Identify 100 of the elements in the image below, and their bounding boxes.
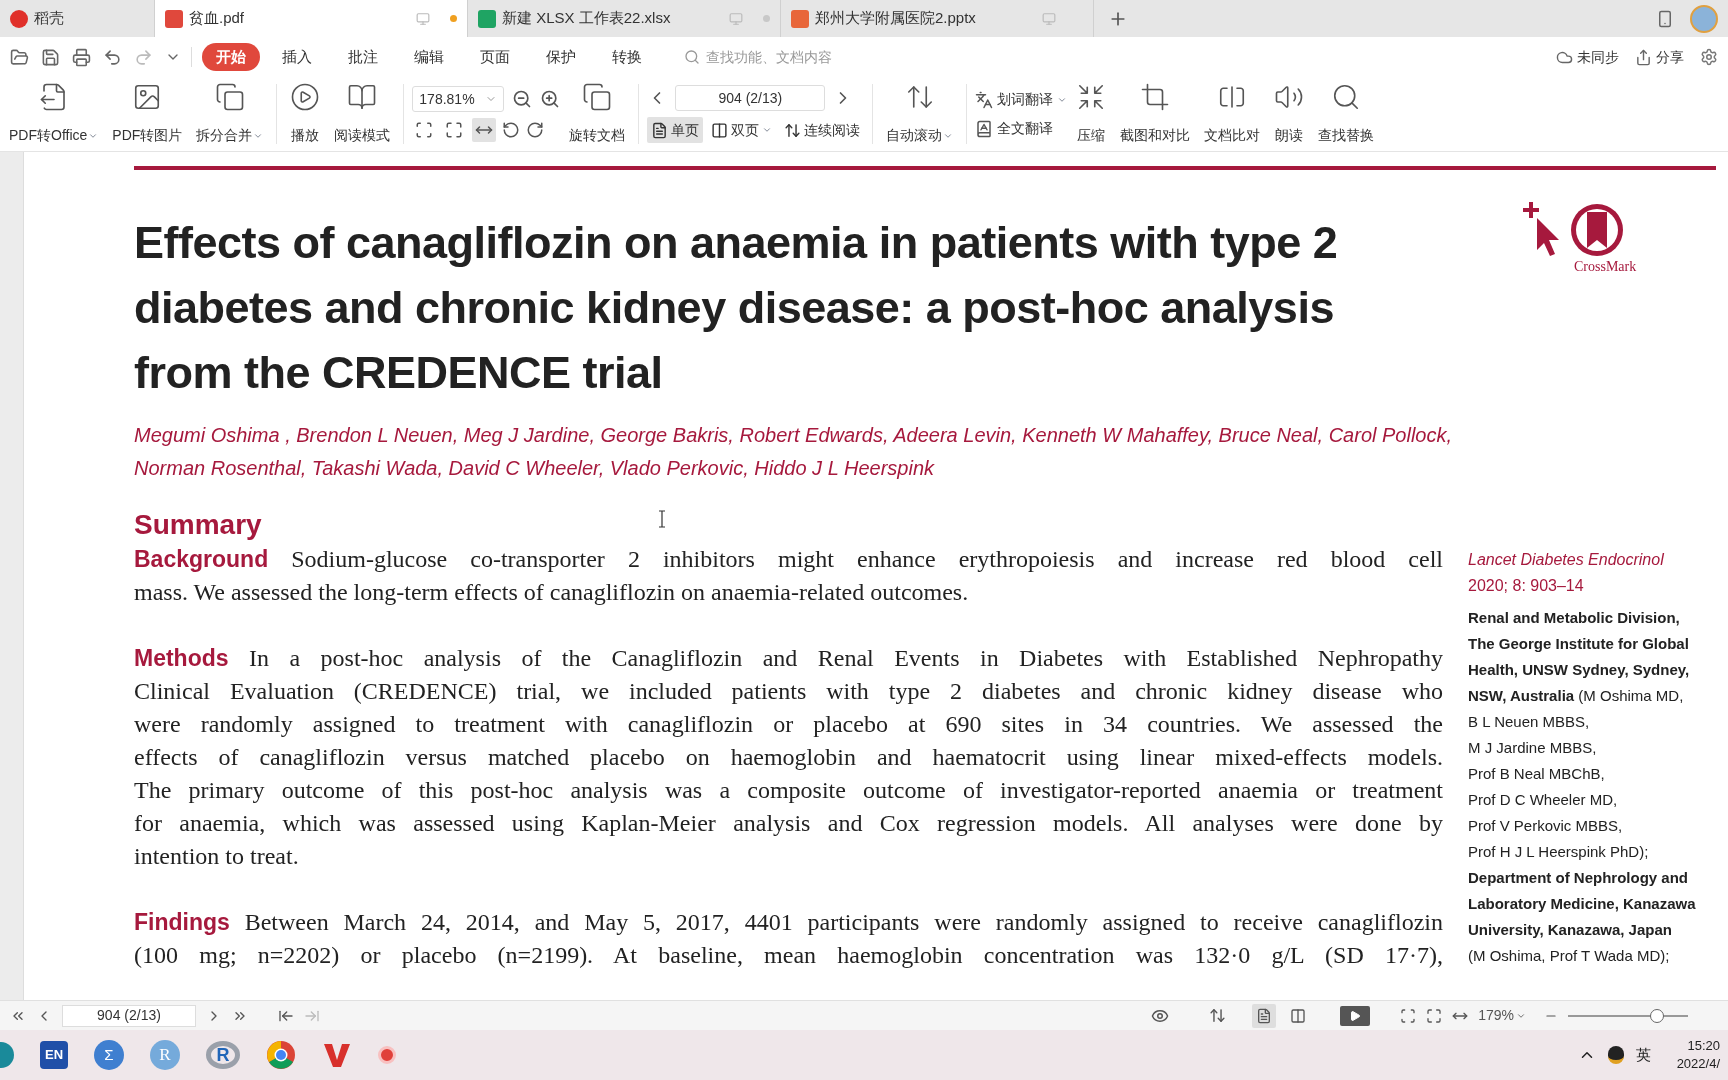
clock-date: 2022/4/ — [1676, 1055, 1720, 1073]
page-icon — [1256, 1007, 1273, 1024]
open-icon[interactable] — [10, 47, 29, 67]
paragraph-line: Sodium-glucose co-transporter 2 inhibitors might enhance erythropoiesis and increase red blood cell — [291, 546, 1443, 572]
paragraph-line: mass. We assessed the long-term effects of canagliflozin on anaemia-related outcomes. — [134, 578, 970, 607]
menu-tab[interactable]: 保护 — [532, 43, 590, 71]
menu-tab[interactable]: 编辑 — [400, 43, 458, 71]
zoom-in-icon[interactable] — [540, 89, 561, 109]
book-icon — [347, 82, 378, 112]
toolbar-button[interactable]: 压缩 — [1071, 82, 1112, 146]
rotate-right-icon[interactable] — [526, 121, 545, 139]
affiliation-line: Health, UNSW Sydney, Sydney, — [1468, 660, 1691, 680]
tray-app-icon[interactable] — [1607, 1046, 1624, 1064]
paragraph-line: Clinical Evaluation (CREDENCE) trial, we included patients with type 2 diabetes and chronic kidney disease who — [134, 677, 1443, 706]
menu-tab[interactable]: 插入 — [268, 43, 326, 71]
single-page-icon — [651, 121, 669, 139]
affiliation-line: M J Jardine MBBS, — [1468, 738, 1598, 758]
actual-size-icon[interactable] — [1400, 1007, 1417, 1024]
toolbar-button[interactable]: 朗读 — [1269, 82, 1310, 146]
single-page-icon[interactable] — [1252, 1003, 1277, 1028]
fit-page-icon[interactable] — [1426, 1007, 1443, 1024]
search-field[interactable]: 查找功能、文档内容 — [684, 46, 886, 68]
menu-tab[interactable]: 转换 — [598, 43, 656, 71]
recorder-icon[interactable] — [378, 1046, 396, 1064]
view-mode-button[interactable]: 连续阅读 — [780, 117, 865, 143]
affiliation-line: Prof V Perkovic MBBS, — [1468, 816, 1624, 836]
paragraph-line: In a post-hoc analysis of the Canagliflozin and Renal Events in Diabetes with Established Nephropathy — [249, 645, 1443, 671]
affiliation-line: University, Kanazawa, Japan — [1468, 920, 1673, 940]
play-button[interactable] — [1340, 1005, 1371, 1026]
view-mode-button[interactable]: 双页 — [707, 117, 777, 143]
settings-icon[interactable] — [1700, 48, 1718, 66]
fit-page-icon — [445, 121, 464, 139]
toolbar-button[interactable]: PDF转图片 — [107, 82, 188, 146]
clock-time: 15:20 — [1687, 1037, 1720, 1055]
menu-tab[interactable]: 批注 — [334, 43, 392, 71]
toolbar-button[interactable]: 阅读模式 — [329, 82, 396, 146]
docer-logo-icon — [10, 9, 28, 28]
browser-icon[interactable] — [266, 1040, 296, 1070]
tab-label: 稻壳 — [34, 8, 65, 29]
sync-button[interactable]: 未同步 — [1556, 46, 1619, 68]
toolbar-button[interactable]: 拆分合并 — [191, 82, 269, 146]
paragraph-line: Between March 24, 2014, and May 5, 2017, 4401 participants were randomly assigned to receive canagliflozin — [244, 909, 1443, 935]
toolbar-button[interactable]: 查找替换 — [1313, 82, 1380, 146]
language-icon[interactable]: EN — [40, 1041, 68, 1069]
toolbar-button[interactable]: PDF转Office — [4, 82, 104, 146]
math-app-icon[interactable]: Σ — [94, 1040, 124, 1070]
crossmark-logo[interactable]: CrossMark — [1514, 200, 1637, 274]
paragraph-line: were randomly assigned to treatment with canagliflozin or placebo at 690 sites in 34 countries. We assessed the — [134, 710, 1443, 739]
document-tab[interactable]: 贫血.pdf — [155, 0, 468, 37]
article-title: Effects of canagliflozin on anaemia in patients with type 2 diabetes and chronic kidney disease: a post-hoc analysis from the CREDENCE trial — [134, 216, 1339, 400]
toolbar-button[interactable]: 旋转文档 — [564, 82, 631, 146]
toolbar-button[interactable]: 截图和对比 — [1115, 82, 1196, 146]
translate-button[interactable]: 全文翻译 — [975, 118, 1068, 139]
translate-icon — [975, 90, 994, 109]
actual-size-icon — [415, 121, 434, 139]
tab-label: 贫血.pdf — [189, 8, 246, 29]
affiliation-line: The George Institute for Global — [1468, 634, 1690, 654]
paragraph-line: effects of canagliflozin versus matched placebo on haemoglobin and haematocrit using linear mixed-effects models. — [134, 743, 1443, 772]
share-button[interactable]: 分享 — [1635, 46, 1684, 68]
paragraph-line: for anaemia, which was assessed using Kaplan-Meier analysis and Cox regression models. All analyses were done by — [134, 809, 1443, 838]
translate-button[interactable]: 划词翻译 — [975, 89, 1068, 110]
menu-tab[interactable]: 页面 — [466, 43, 524, 71]
menu-tab[interactable]: 开始 — [202, 43, 260, 71]
affiliation-line: (M Oshima, Prof T Wada MD); — [1468, 946, 1671, 966]
affiliation-line: Renal and Metabolic Division, — [1468, 608, 1681, 628]
fit-width-button[interactable] — [472, 118, 497, 142]
page-field[interactable]: 904 (2/13) — [62, 1004, 196, 1027]
share-icon — [1635, 48, 1652, 66]
tab-label: 郑州大学附属医院2.pptx — [815, 8, 977, 29]
author-list: Megumi Oshima , Brendon L Neuen, Meg J Jardine, George Bakris, Robert Edwards, Adeera Levin, Kenneth W Mahaffey, Bruce Neal, Carol Pollock, Norman Rosenthal, Takashi Wada, David C Wheeler, Vlado Perkovic, Hiddo J L Heerspink — [134, 419, 1454, 485]
zoom-field[interactable]: 178.81% — [412, 86, 505, 112]
section-heading: Methods — [134, 645, 229, 671]
app-icon[interactable] — [0, 1042, 14, 1068]
affiliation-line: Prof H J L Heerspink PhD); — [1468, 842, 1650, 862]
double-page-icon — [711, 121, 729, 139]
print-icon[interactable] — [72, 47, 91, 67]
paragraph-line: intention to treat. — [134, 842, 300, 871]
view-mode-button[interactable]: 单页 — [647, 117, 704, 143]
scroll-mode-icon[interactable] — [1209, 1007, 1227, 1024]
toolbar-button[interactable]: 自动滚动 — [881, 82, 959, 146]
tab-label: 新建 XLSX 工作表22.xlsx — [502, 8, 672, 29]
toolbar-button[interactable]: 播放 — [285, 82, 326, 146]
input-method-indicator[interactable]: 英 — [1635, 1043, 1651, 1067]
save-icon[interactable] — [41, 47, 60, 67]
toolbar-button[interactable]: 文档比对 — [1199, 82, 1266, 146]
zoom-slider-thumb[interactable] — [1649, 1008, 1664, 1023]
undo-icon[interactable] — [103, 47, 122, 67]
page-field[interactable]: 904 (2/13) — [675, 85, 826, 111]
section-heading: Background — [134, 546, 269, 572]
zoom-out-icon[interactable] — [512, 89, 533, 109]
search-icon — [684, 49, 700, 65]
rotate-left-icon[interactable] — [502, 121, 521, 139]
r-logo-icon[interactable]: R — [206, 1041, 240, 1069]
two-page-icon — [1290, 1007, 1307, 1024]
play-icon — [290, 82, 321, 112]
section-heading: Findings — [134, 909, 230, 935]
zoom-dropdown[interactable]: 179% — [1478, 1005, 1526, 1026]
affiliation-line: Laboratory Medicine, Kanazawa — [1468, 894, 1697, 914]
crop-icon — [1140, 82, 1171, 112]
dropdown-caret-icon — [762, 125, 773, 135]
